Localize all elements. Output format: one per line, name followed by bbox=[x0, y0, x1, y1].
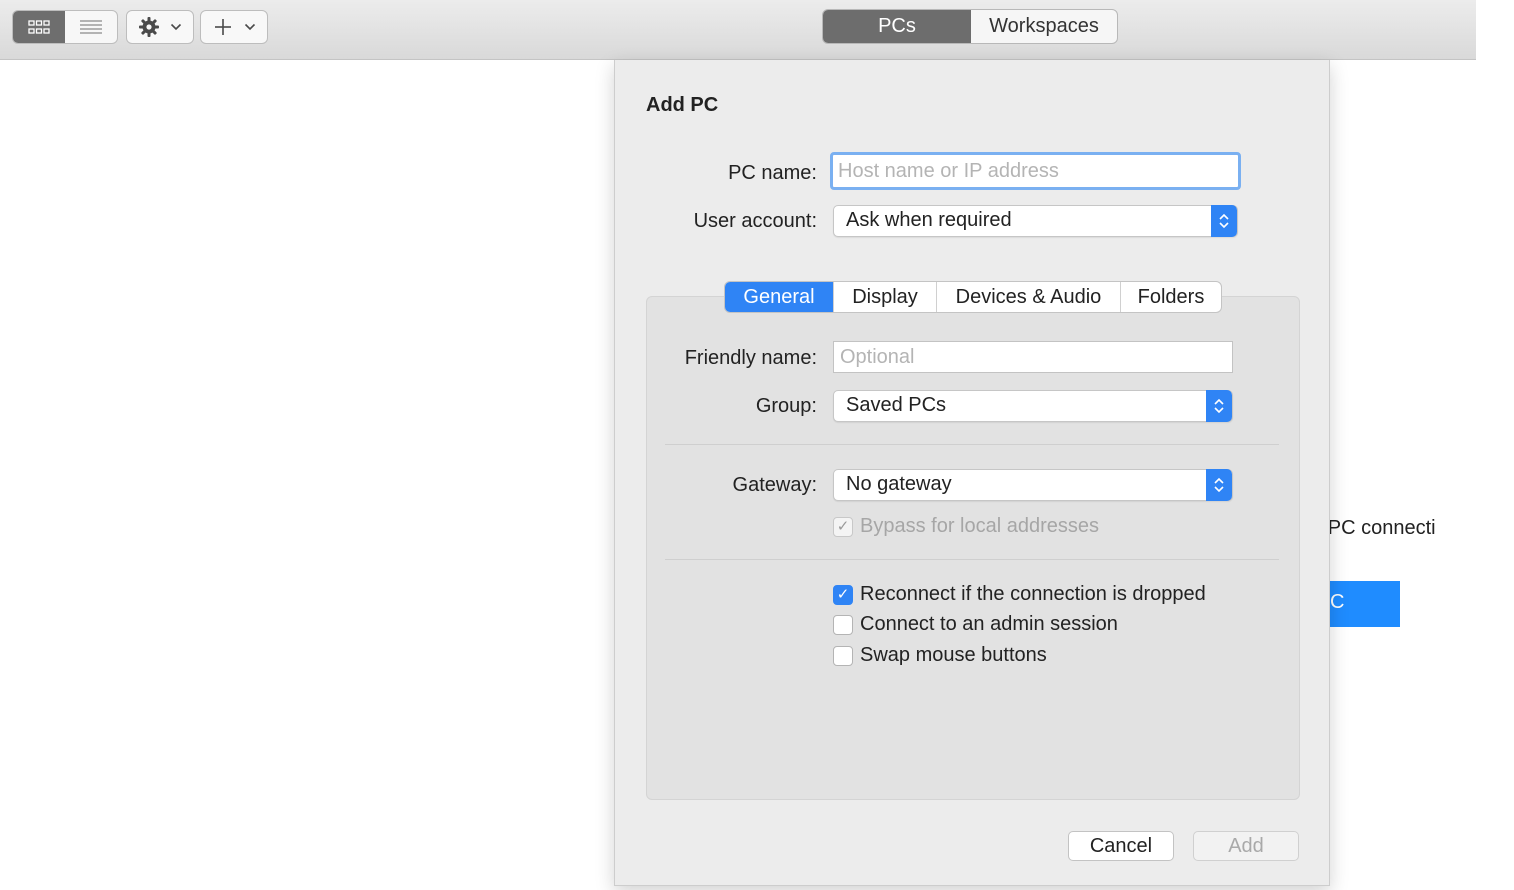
tab-display[interactable]: Display bbox=[833, 282, 936, 312]
group-select[interactable]: Saved PCs bbox=[833, 390, 1233, 422]
admin-session-label[interactable]: Connect to an admin session bbox=[860, 613, 1118, 636]
tab-pcs[interactable]: PCs bbox=[823, 10, 971, 43]
chevron-down-icon bbox=[244, 23, 255, 31]
swap-mouse-checkbox[interactable] bbox=[833, 645, 853, 666]
add-menu-button[interactable] bbox=[200, 10, 268, 44]
group-value: Saved PCs bbox=[846, 394, 947, 416]
user-account-label: User account: bbox=[693, 210, 817, 232]
toolbar: PCs Workspaces bbox=[0, 0, 1476, 60]
swap-mouse-label[interactable]: Swap mouse buttons bbox=[860, 644, 1047, 667]
gateway-label: Gateway: bbox=[732, 474, 817, 496]
swap-mouse-option[interactable]: Swap mouse buttons bbox=[833, 644, 1047, 667]
chevron-updown-icon bbox=[1206, 469, 1232, 501]
admin-session-option[interactable]: Connect to an admin session bbox=[833, 613, 1118, 636]
add-pc-dialog: Add PC PC name: User account: Ask when r… bbox=[614, 60, 1330, 886]
pc-name-input[interactable] bbox=[830, 152, 1241, 190]
add-button[interactable]: Add bbox=[1193, 831, 1299, 861]
dialog-title: Add PC bbox=[646, 94, 719, 116]
bypass-local-addresses-checkbox: ✓ bbox=[833, 516, 853, 537]
user-account-select[interactable]: Ask when required bbox=[833, 205, 1238, 237]
group-label: Group: bbox=[755, 395, 817, 417]
cancel-button[interactable]: Cancel bbox=[1068, 831, 1174, 861]
reconnect-checkbox[interactable]: ✓ bbox=[833, 584, 853, 605]
dialog-tabs: General Display Devices & Audio Folders bbox=[724, 281, 1222, 313]
tab-devices-audio[interactable]: Devices & Audio bbox=[936, 282, 1120, 312]
list-view-button[interactable] bbox=[65, 11, 117, 43]
bypass-local-addresses-label: Bypass for local addresses bbox=[860, 515, 1100, 537]
reconnect-option[interactable]: ✓ Reconnect if the connection is dropped bbox=[833, 583, 1206, 606]
settings-menu-button[interactable] bbox=[126, 10, 194, 44]
grid-view-icon bbox=[28, 20, 50, 34]
chevron-down-icon bbox=[170, 23, 182, 31]
plus-icon bbox=[214, 19, 231, 35]
grid-view-button[interactable] bbox=[13, 11, 65, 43]
tab-folders[interactable]: Folders bbox=[1120, 282, 1221, 312]
gateway-select[interactable]: No gateway bbox=[833, 469, 1233, 501]
tab-workspaces[interactable]: Workspaces bbox=[971, 10, 1117, 43]
list-view-icon bbox=[80, 20, 102, 34]
bypass-local-addresses-option: ✓ Bypass for local addresses bbox=[833, 515, 1099, 538]
reconnect-label[interactable]: Reconnect if the connection is dropped bbox=[860, 583, 1206, 606]
pc-name-label: PC name: bbox=[728, 162, 817, 184]
section-divider bbox=[665, 559, 1279, 560]
friendly-name-input[interactable] bbox=[833, 341, 1233, 373]
user-account-value: Ask when required bbox=[846, 209, 1012, 231]
section-divider bbox=[665, 444, 1279, 445]
chevron-updown-icon bbox=[1211, 205, 1237, 237]
gateway-value: No gateway bbox=[846, 473, 952, 495]
gear-icon bbox=[139, 17, 159, 37]
friendly-name-label: Friendly name: bbox=[684, 347, 817, 369]
admin-session-checkbox[interactable] bbox=[833, 614, 853, 635]
view-mode-control bbox=[12, 10, 118, 44]
pcs-workspaces-switch: PCs Workspaces bbox=[822, 9, 1118, 44]
tab-general[interactable]: General bbox=[725, 282, 833, 312]
chevron-updown-icon bbox=[1206, 390, 1232, 422]
